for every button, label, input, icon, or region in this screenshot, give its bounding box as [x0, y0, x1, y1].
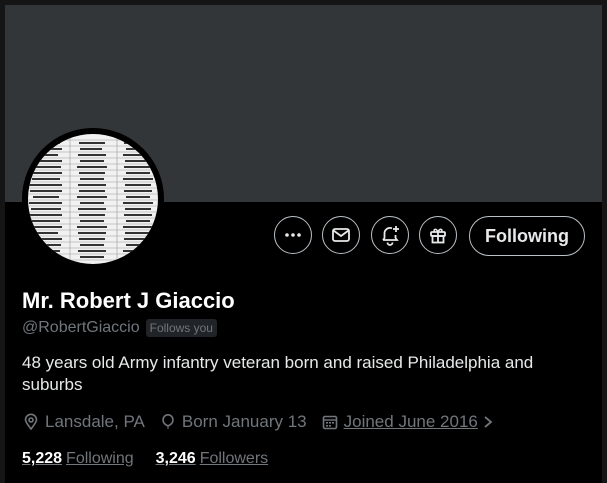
- profile-bio: 48 years old Army infantry veteran born …: [22, 353, 534, 394]
- follow-stats: 5,228 Following 3,246 Followers: [22, 450, 290, 468]
- following-label: Following: [66, 450, 134, 467]
- message-button[interactable]: [322, 216, 360, 254]
- handle-row: @RobertGiaccio Follows you: [22, 319, 217, 337]
- location-text: Lansdale, PA: [45, 412, 145, 431]
- joined-item[interactable]: Joined June 2016: [321, 412, 499, 432]
- avatar-image: [22, 128, 164, 270]
- joined-date-link[interactable]: Joined June 2016: [344, 412, 478, 432]
- notifications-button[interactable]: [371, 216, 409, 254]
- gift-icon: [430, 228, 446, 244]
- follows-you-badge: Follows you: [145, 319, 217, 337]
- profile-meta: Lansdale, PA Born January 13 Joined June…: [22, 412, 513, 432]
- followers-count-link[interactable]: 3,246 Followers: [156, 450, 269, 468]
- location-item: Lansdale, PA: [22, 412, 145, 432]
- following-count: 5,228: [22, 450, 63, 467]
- balloon-icon: [162, 414, 174, 429]
- envelope-icon: [332, 228, 350, 242]
- user-handle: @RobertGiaccio: [22, 319, 140, 336]
- birthday-text: Born January 13: [181, 412, 307, 431]
- birthday-item: Born January 13: [159, 412, 307, 432]
- avatar[interactable]: [22, 128, 164, 270]
- more-button[interactable]: [274, 216, 312, 254]
- following-button[interactable]: Following: [469, 216, 585, 256]
- chevron-right-icon[interactable]: [482, 414, 494, 430]
- followers-count: 3,246: [155, 450, 196, 467]
- followers-label: Followers: [199, 450, 269, 467]
- bell-plus-icon: [382, 226, 399, 246]
- location-pin-icon: [24, 413, 38, 431]
- window-frame-right: [602, 0, 607, 483]
- calendar-icon: [322, 415, 337, 430]
- gift-button[interactable]: [419, 216, 457, 254]
- following-count-link[interactable]: 5,228 Following: [22, 450, 134, 468]
- display-name: Mr. Robert J Giaccio: [22, 288, 235, 313]
- more-icon: [285, 233, 301, 237]
